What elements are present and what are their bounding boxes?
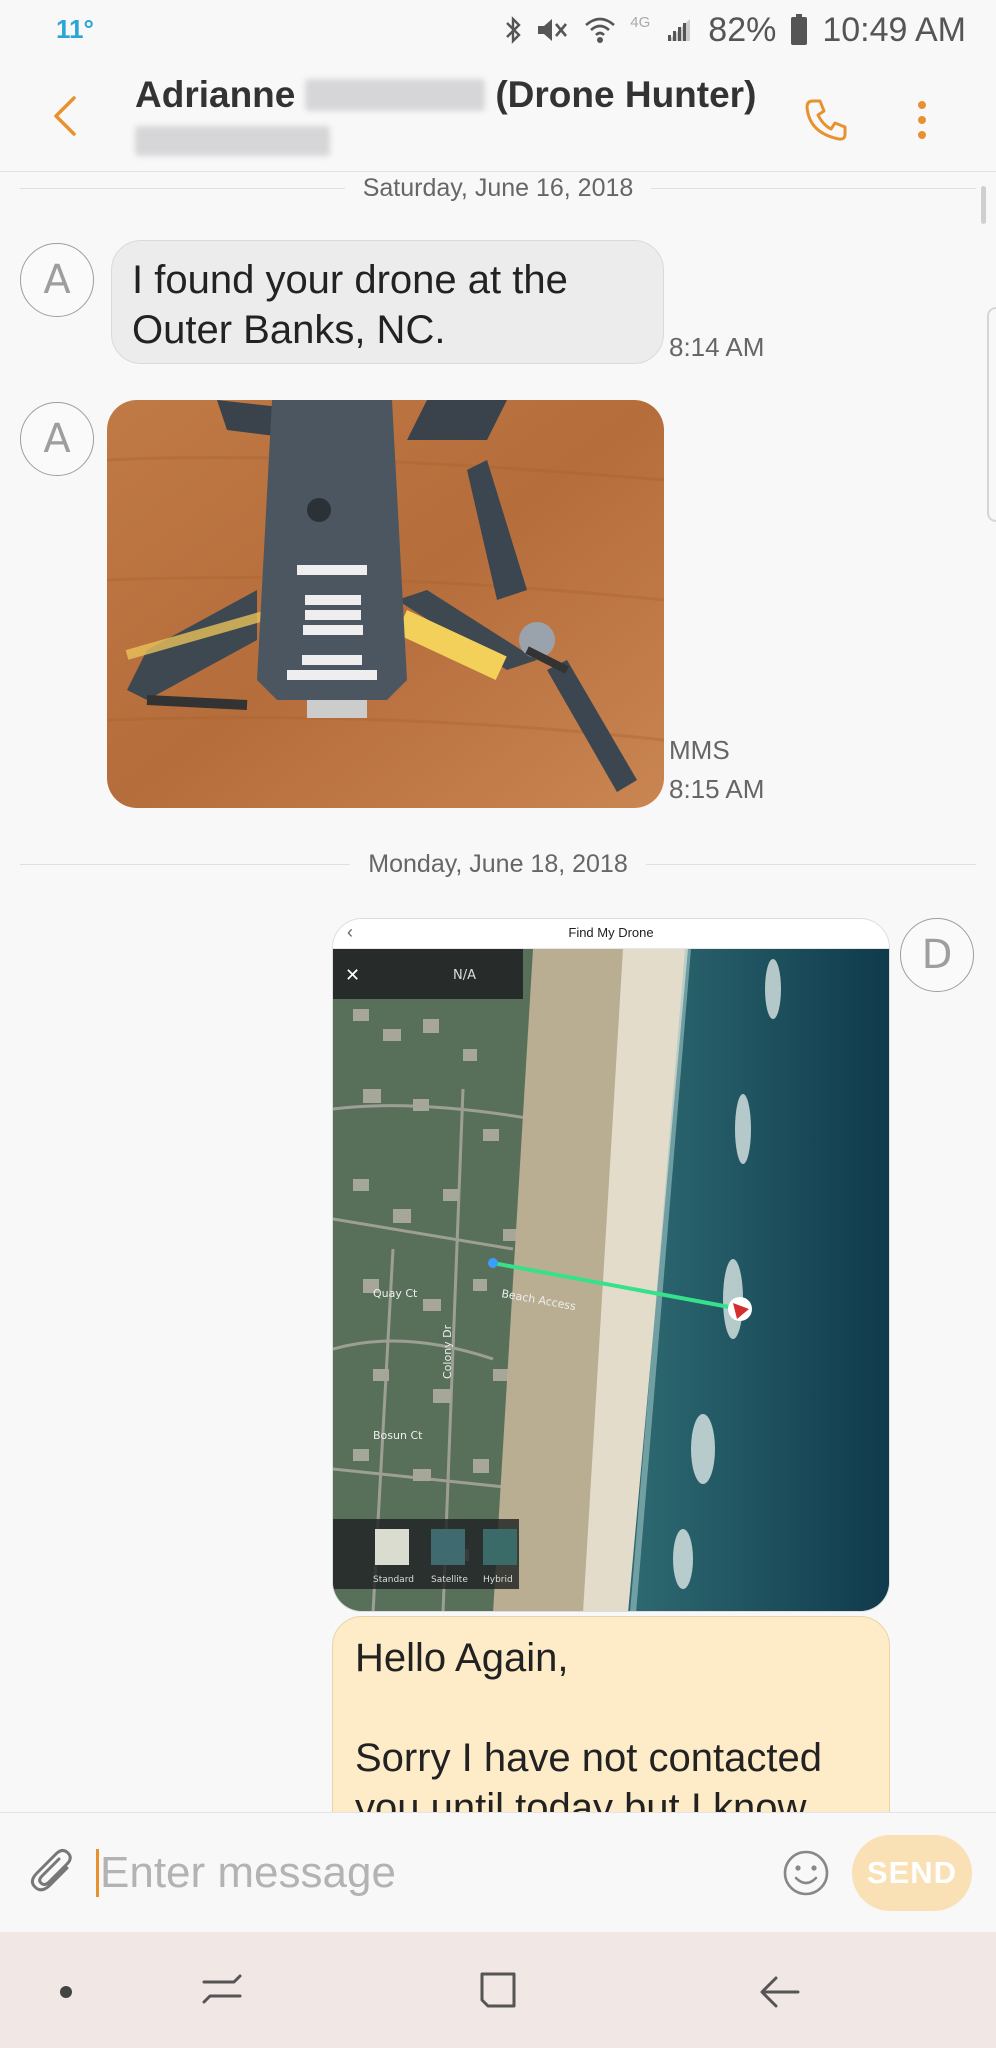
- battery-icon: [790, 14, 808, 46]
- emoji-button[interactable]: [776, 1843, 836, 1903]
- nav-recents-icon: [202, 1974, 242, 2004]
- map-screenshot-attachment[interactable]: ‹ Find My Drone ✕ N/A Beach Access Quay …: [332, 918, 890, 1612]
- message-line: Sorry I have not contacted: [355, 1736, 822, 1780]
- nav-back-button[interactable]: [748, 1960, 812, 2024]
- mute-icon: [536, 15, 570, 45]
- conversation-header: Adrianne (Drone Hunter): [0, 60, 996, 172]
- nav-dot-icon: [60, 1986, 72, 1998]
- signal-icon: [664, 15, 694, 45]
- contact-suffix: (Drone Hunter): [495, 74, 757, 115]
- satellite-map-image: ✕ N/A Beach Access Quay Ct Bosun Ct Colo…: [333, 949, 889, 1611]
- redacted-last-name: [305, 79, 486, 111]
- edge-panel-handle[interactable]: [987, 307, 996, 522]
- svg-text:✕: ✕: [345, 965, 360, 986]
- message-timestamp: 8:14 AM: [669, 332, 765, 362]
- avatar-initial: A: [43, 257, 71, 303]
- message-type-label: MMS: [669, 735, 730, 765]
- navigation-bar: [0, 1932, 996, 2048]
- screenshot-app-bar: ‹ Find My Drone: [333, 919, 889, 949]
- avatar-initial: A: [43, 416, 71, 462]
- drone-photo-image: [107, 400, 664, 808]
- contact-avatar[interactable]: A: [20, 243, 94, 317]
- more-options-button[interactable]: [902, 90, 942, 150]
- date-separator: Monday, June 18, 2018: [20, 846, 977, 882]
- attach-button[interactable]: [24, 1843, 84, 1903]
- recents-button[interactable]: [190, 1960, 254, 2024]
- nav-dot-button[interactable]: [34, 1960, 98, 2024]
- avatar-initial: D: [921, 932, 953, 978]
- date-label: Saturday, June 16, 2018: [362, 173, 634, 202]
- network-type-icon: 4G: [630, 13, 651, 31]
- svg-text:Standard: Standard: [373, 1575, 414, 1585]
- svg-text:Bosun Ct: Bosun Ct: [373, 1429, 423, 1442]
- redacted-phone-number: [135, 126, 330, 156]
- message-line: I found your drone at the: [132, 258, 568, 302]
- drone-photo-attachment[interactable]: [107, 400, 664, 808]
- contact-avatar[interactable]: A: [20, 402, 94, 476]
- more-vertical-icon: [918, 101, 926, 139]
- svg-text:Hybrid: Hybrid: [483, 1575, 513, 1585]
- status-bar: 11° 4G 82% 10:49 AM: [0, 0, 996, 60]
- phone-icon: [805, 99, 847, 141]
- scroll-indicator[interactable]: [981, 186, 986, 224]
- date-label: Monday, June 18, 2018: [368, 849, 628, 878]
- status-time: 10:49 AM: [822, 10, 966, 49]
- screenshot-title: Find My Drone: [568, 925, 654, 940]
- incoming-message-bubble[interactable]: I found your drone at the Outer Banks, N…: [111, 240, 664, 364]
- bluetooth-icon: [504, 15, 522, 45]
- send-button[interactable]: SEND: [852, 1835, 972, 1911]
- paperclip-icon: [30, 1849, 72, 1892]
- call-button[interactable]: [796, 90, 856, 150]
- svg-text:Quay Ct: Quay Ct: [373, 1287, 418, 1300]
- wifi-icon: [584, 15, 616, 45]
- back-arrow-icon: [54, 96, 76, 136]
- message-input[interactable]: [100, 1843, 740, 1903]
- map-signal-label: N/A: [453, 968, 476, 983]
- svg-text:Satellite: Satellite: [431, 1575, 468, 1585]
- emoji-icon: [783, 1850, 829, 1896]
- nav-back-icon: [760, 1976, 800, 2008]
- svg-text:Colony Dr: Colony Dr: [441, 1324, 454, 1379]
- back-button[interactable]: [40, 88, 90, 144]
- contact-first-name: Adrianne: [135, 74, 296, 115]
- weather-temperature: 11°: [56, 14, 94, 44]
- contact-name[interactable]: Adrianne (Drone Hunter): [135, 74, 756, 116]
- date-separator: Saturday, June 16, 2018: [20, 170, 977, 206]
- battery-percent: 82%: [708, 10, 777, 49]
- own-avatar[interactable]: D: [900, 918, 974, 992]
- text-cursor: [96, 1849, 99, 1897]
- message-timestamp: 8:15 AM: [669, 774, 765, 804]
- status-icons: 4G 82% 10:49 AM: [504, 8, 966, 52]
- message-composer: SEND: [0, 1812, 996, 1932]
- nav-home-icon: [480, 1972, 516, 2008]
- message-line: Hello Again,: [355, 1636, 569, 1680]
- home-button[interactable]: [466, 1960, 530, 2024]
- message-line: Outer Banks, NC.: [132, 308, 446, 352]
